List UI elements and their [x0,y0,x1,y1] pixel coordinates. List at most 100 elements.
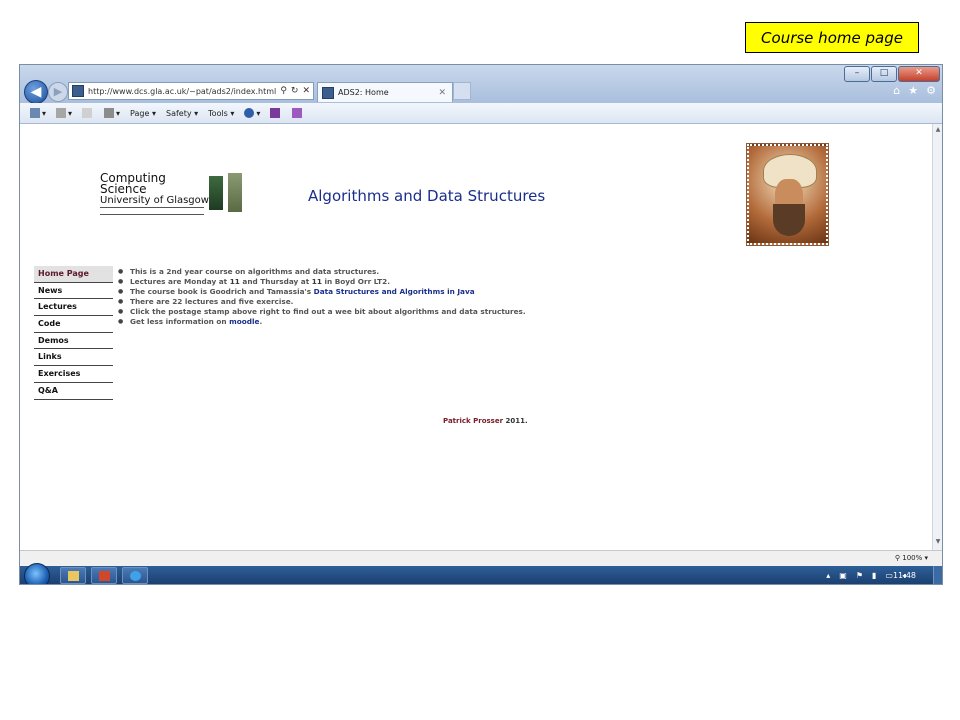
internet-explorer-icon [130,571,141,581]
new-tab-button[interactable] [453,82,471,100]
course-info-list: This is a 2nd year course on algorithms … [116,267,526,327]
printer-icon [104,108,115,118]
bullet-text: and Thursday at [239,277,312,286]
tab-title: ADS2: Home [338,88,389,97]
bullet-text: Lectures are Monday at [130,277,230,286]
taskbar-clock[interactable]: 11:48 [893,571,916,580]
list-item: Get less information on moodle. [116,317,526,327]
address-url: http://www.dcs.gla.ac.uk/~pat/ads2/index… [88,86,277,96]
moodle-link[interactable]: moodle [229,317,259,326]
flag-icon[interactable]: ⚑ [856,571,863,580]
course-book-link[interactable]: Data Structures and Algorithms in Java [314,287,475,296]
page-menu[interactable]: Page ▾ [130,109,156,118]
browser-window: – □ ✕ ◀ ▶ http://www.dcs.gla.ac.uk/~pat/… [19,64,943,585]
mail-cmd-button[interactable] [82,108,94,118]
search-icon[interactable]: ⚲ [280,86,287,96]
nav-item-news[interactable]: News [34,283,113,300]
university-tower-image [228,173,242,212]
bullet-text: in Boyd Orr LT2. [321,277,391,286]
close-window-button[interactable]: ✕ [898,66,940,82]
status-bar: ⚲ 100% ▾ [20,550,942,567]
back-arrow-icon[interactable]: ◀ [24,80,48,104]
browser-right-icons: ⌂ ★ ⚙ [893,84,936,97]
forward-arrow-icon[interactable]: ▶ [48,82,68,102]
address-bar[interactable]: http://www.dcs.gla.ac.uk/~pat/ads2/index… [68,82,314,100]
nav-item-home-page[interactable]: Home Page [34,266,113,283]
postage-stamp-image[interactable] [746,143,829,246]
zoom-control[interactable]: ⚲ 100% ▾ [895,554,928,562]
nav-item-qa[interactable]: Q&A [34,383,113,400]
stamp-beard [773,204,805,236]
logo-address-strip [100,207,204,215]
bullet-text: Get less information on [130,317,230,326]
address-tools: ⚲ ↻ ✕ [280,86,313,96]
home-icon[interactable]: ⌂ [893,84,900,97]
list-item: This is a 2nd year course on algorithms … [116,267,526,277]
tab-ads2-home[interactable]: ADS2: Home ✕ [317,82,453,102]
network-icon[interactable]: ▣ [839,571,847,580]
tools-menu[interactable]: Tools ▾ [208,109,234,118]
bullet-emphasis: 11 [311,277,322,286]
display-icon[interactable]: ▭ [885,571,893,580]
onenote-cmd-button[interactable] [270,108,282,118]
list-item: Click the postage stamp above right to f… [116,307,526,317]
logo-line-3: University of Glasgow [100,195,209,206]
windows-taskbar: ▴ ▣ ⚑ ▮ ▭ ◂ 11:48 [20,563,942,584]
print-cmd-button[interactable]: ▾ [104,108,120,118]
home-small-icon [30,108,40,118]
show-desktop-button[interactable] [933,566,942,584]
taskbar-ie-button[interactable] [122,567,148,584]
taskbar-powerpoint-button[interactable] [91,567,117,584]
taskbar-explorer-button[interactable] [60,567,86,584]
stop-icon[interactable]: ✕ [302,86,310,96]
zoom-level: 100% [902,554,923,562]
tab-favicon-icon [322,86,334,99]
computing-science-logo[interactable]: Computing Science University of Glasgow [100,172,250,223]
help-icon [244,108,255,118]
tray-expand-icon[interactable]: ▴ [826,571,830,580]
footer-year: 2011. [503,417,528,425]
onenote-send-button[interactable] [292,108,304,118]
list-item: There are 22 lectures and five exercise. [116,297,526,307]
nav-item-demos[interactable]: Demos [34,333,113,350]
nav-item-exercises[interactable]: Exercises [34,366,113,383]
home-cmd-button[interactable]: ▾ [30,108,46,118]
gear-icon[interactable]: ⚙ [926,84,936,97]
vertical-scrollbar[interactable]: ▲ ▼ [932,124,942,550]
page-viewport: Computing Science University of Glasgow … [20,124,932,550]
nav-item-links[interactable]: Links [34,349,113,367]
folder-icon [68,571,79,581]
power-icon[interactable]: ▮ [872,571,876,580]
university-crest-icon [209,176,223,210]
powerpoint-icon [99,571,110,581]
nav-item-code[interactable]: Code [34,316,113,333]
window-controls: – □ ✕ [843,66,940,82]
title-bar: – □ ✕ ◀ ▶ http://www.dcs.gla.ac.uk/~pat/… [20,65,942,104]
nav-item-lectures[interactable]: Lectures [34,299,113,317]
bullet-text: The course book is Goodrich and Tamassia… [130,287,314,296]
author-link[interactable]: Patrick Prosser [443,417,503,425]
zoom-magnifier-icon: ⚲ [894,554,900,562]
site-favicon-icon [72,85,84,97]
favorites-star-icon[interactable]: ★ [908,84,918,97]
bullet-text: This is a 2nd year course on algorithms … [130,267,380,276]
course-home-page-callout: Course home page [745,22,919,53]
bullet-text: Click the postage stamp above right to f… [130,307,526,316]
close-tab-icon[interactable]: ✕ [438,88,446,98]
logo-line-2: Science [100,182,147,196]
bullet-text: There are 22 lectures and five exercise. [130,297,294,306]
maximize-button[interactable]: □ [871,66,897,82]
scroll-down-arrow-icon[interactable]: ▼ [933,538,942,548]
list-item: Lectures are Monday at 11 and Thursday a… [116,277,526,287]
feeds-cmd-button[interactable]: ▾ [56,108,72,118]
bullet-emphasis: 11 [229,277,240,286]
safety-menu[interactable]: Safety ▾ [166,109,198,118]
start-button[interactable] [24,563,50,584]
onenote-send-icon [292,108,303,118]
mail-icon [82,108,93,118]
list-item: The course book is Goodrich and Tamassia… [116,287,526,297]
refresh-icon[interactable]: ↻ [291,86,299,96]
help-cmd-button[interactable]: ▾ [244,108,260,118]
minimize-button[interactable]: – [844,66,870,82]
scroll-up-arrow-icon[interactable]: ▲ [933,126,942,136]
